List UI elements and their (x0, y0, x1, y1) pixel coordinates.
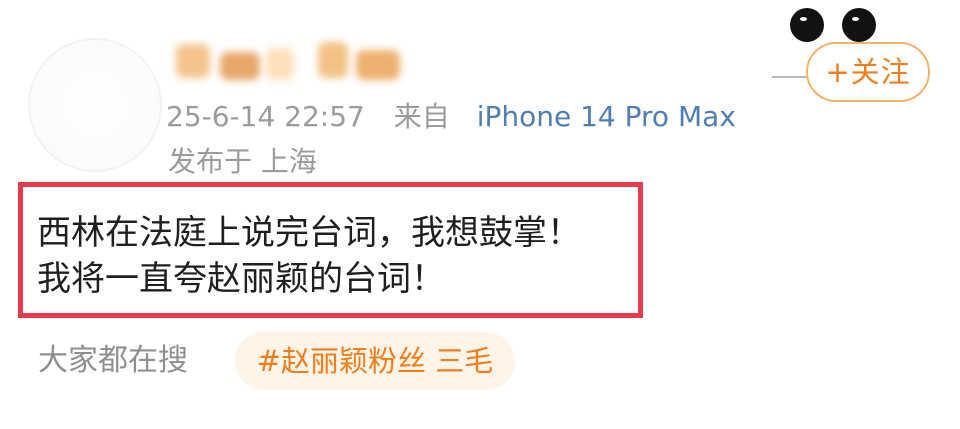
ear-right-shine (852, 17, 859, 21)
post-meta-row: 25-6-14 22:57 来自 iPhone 14 Pro Max (166, 97, 736, 137)
source-link[interactable]: iPhone 14 Pro Max (477, 100, 736, 133)
post-text-line-1: 西林在法庭上说完台词，我想鼓掌！ (37, 213, 581, 253)
post-timestamp: 25-6-14 22:57 (166, 100, 365, 133)
avatar[interactable] (28, 38, 162, 172)
everyone-searching-label: 大家都在搜 (38, 343, 188, 378)
location-label: 发布于 上海 (168, 145, 317, 178)
follow-area: +关注 (770, 4, 940, 112)
ear-left (790, 8, 824, 42)
blur-block-5 (356, 50, 400, 80)
blur-block-4 (318, 42, 348, 78)
blur-block-3 (266, 48, 294, 80)
post-text-line-2: 我将一直夸赵丽颖的台词！ (37, 259, 445, 299)
follow-divider-line (772, 76, 810, 78)
from-label: 来自 (393, 100, 450, 133)
blur-block-1 (176, 44, 210, 78)
username-blurred[interactable] (168, 34, 418, 88)
highlighted-post-text-box: 西林在法庭上说完台词，我想鼓掌！ 我将一直夸赵丽颖的台词！ (18, 182, 643, 318)
ear-left-shine (800, 17, 807, 21)
ear-right (842, 8, 876, 42)
follow-button[interactable]: +关注 (806, 42, 930, 102)
blur-block-2 (220, 52, 260, 80)
hashtag-tag-pill[interactable]: #赵丽颖粉丝 三毛 (235, 332, 515, 390)
